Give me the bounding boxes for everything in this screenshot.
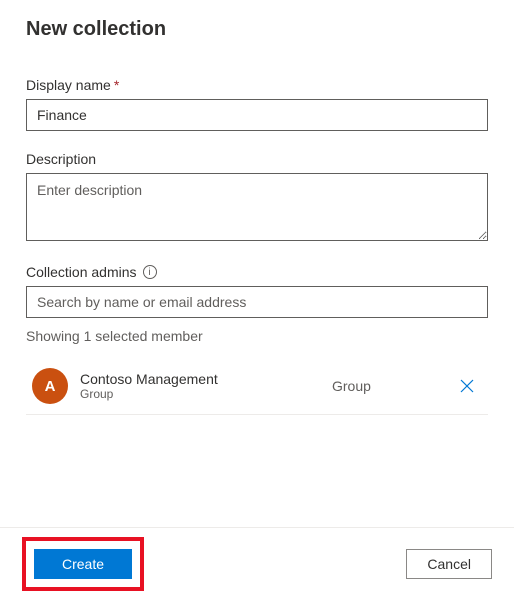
collection-admins-label: Collection admins i	[26, 264, 488, 280]
create-button[interactable]: Create	[34, 549, 132, 579]
cancel-button[interactable]: Cancel	[406, 549, 492, 579]
display-name-label: Display name *	[26, 77, 488, 93]
display-name-input[interactable]	[26, 99, 488, 131]
selected-member-count: Showing 1 selected member	[26, 328, 488, 344]
display-name-label-text: Display name	[26, 77, 111, 93]
info-icon[interactable]: i	[143, 265, 157, 279]
member-row: A Contoso Management Group Group	[26, 358, 488, 415]
display-name-field: Display name *	[26, 77, 488, 131]
member-info: Contoso Management Group	[80, 371, 332, 401]
remove-member-button[interactable]	[452, 379, 482, 393]
collection-admins-search-input[interactable]	[26, 286, 488, 318]
page-title: New collection	[26, 18, 488, 41]
member-subtext: Group	[80, 387, 332, 401]
member-name: Contoso Management	[80, 371, 332, 387]
description-label: Description	[26, 151, 488, 167]
description-label-text: Description	[26, 151, 96, 167]
create-button-highlight: Create	[22, 537, 144, 591]
avatar: A	[32, 368, 68, 404]
footer: Create Cancel	[0, 528, 514, 600]
member-type: Group	[332, 378, 452, 394]
close-icon	[460, 379, 474, 393]
description-input[interactable]	[26, 173, 488, 241]
required-asterisk: *	[114, 77, 119, 93]
collection-admins-field: Collection admins i Showing 1 selected m…	[26, 264, 488, 415]
collection-admins-label-text: Collection admins	[26, 264, 137, 280]
description-field: Description	[26, 151, 488, 244]
